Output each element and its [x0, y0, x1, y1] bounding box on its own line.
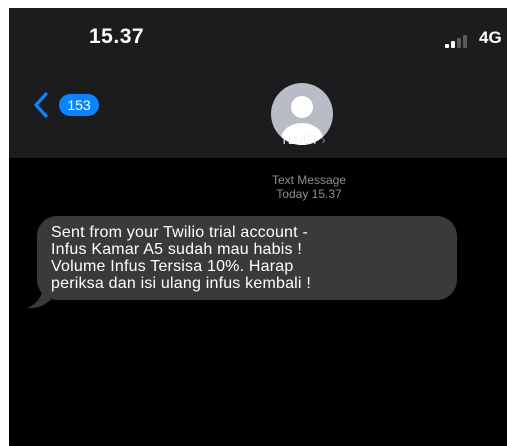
- chevron-right-icon: ›: [321, 133, 326, 147]
- unread-count-badge: 153: [59, 94, 99, 116]
- message-meta: Text Message Today 15.37: [209, 173, 409, 201]
- contact-name-button[interactable]: TLNET ›: [253, 133, 353, 147]
- message-timestamp: Today 15.37: [276, 187, 342, 201]
- signal-strength-icon: [445, 34, 473, 48]
- message-type-label: Text Message: [271, 173, 347, 187]
- status-time: 15.37: [89, 25, 145, 48]
- chevron-left-icon: [34, 92, 48, 118]
- message-bubble[interactable]: Sent from your Twilio trial account - In…: [37, 216, 457, 300]
- conversation-header: 15.37 4G 153 TLNET ›: [9, 8, 507, 158]
- message-text: Sent from your Twilio trial account - In…: [51, 224, 311, 292]
- contact-name: TLNET: [280, 133, 319, 147]
- network-type: 4G: [479, 28, 502, 47]
- messages-screen: 15.37 4G 153 TLNET › Text Message Today 1…: [9, 8, 507, 446]
